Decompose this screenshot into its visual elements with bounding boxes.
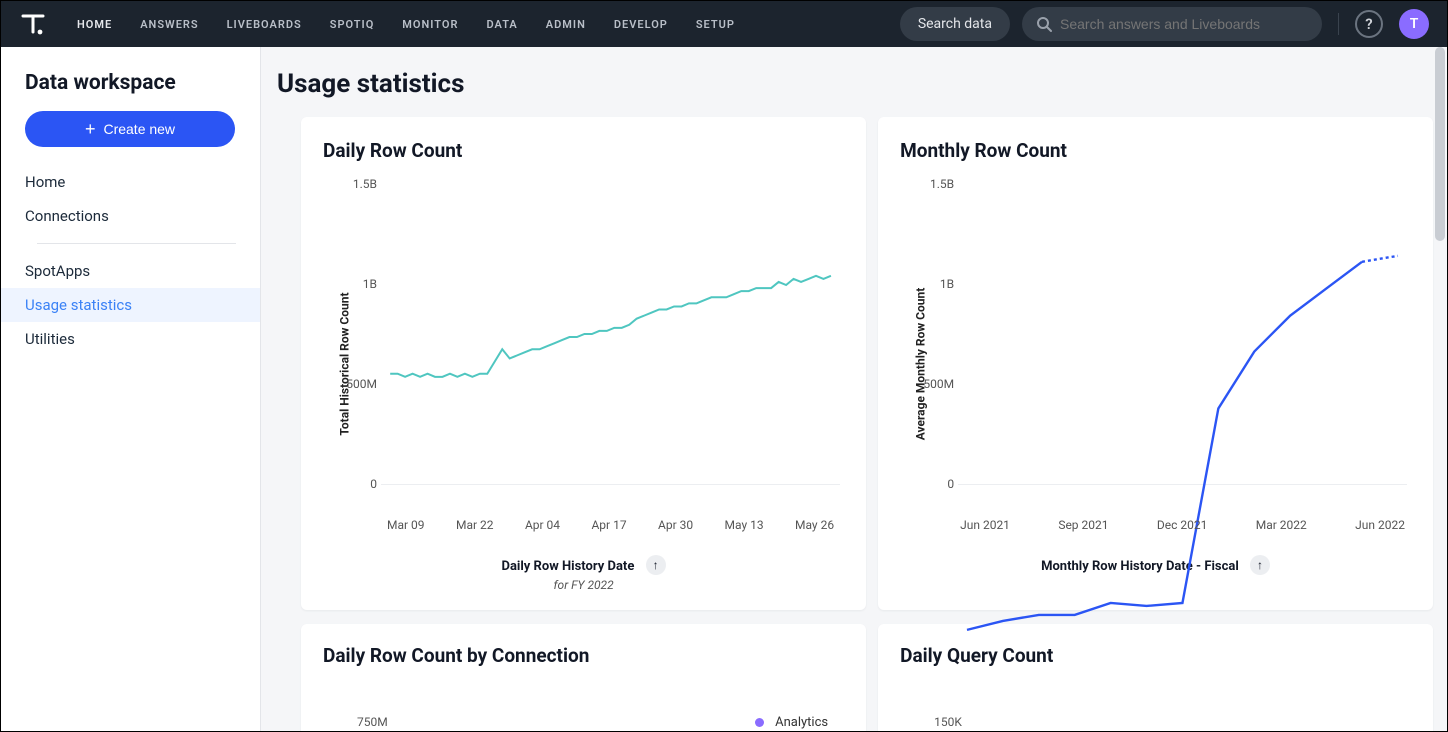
sidebar-item-connections[interactable]: Connections bbox=[1, 199, 260, 233]
avatar-initial: T bbox=[1410, 16, 1419, 32]
plus-icon: + bbox=[85, 120, 96, 138]
sidebar-item-usage-statistics[interactable]: Usage statistics bbox=[1, 288, 260, 322]
plot-area-monthly bbox=[958, 184, 1407, 506]
xtick: Apr 04 bbox=[525, 518, 560, 532]
sidebar: Data workspace + Create new Home Connect… bbox=[1, 47, 261, 731]
nav-items: HOME ANSWERS LIVEBOARDS SPOTIQ MONITOR D… bbox=[77, 18, 735, 31]
search-data-button[interactable]: Search data bbox=[900, 7, 1010, 41]
chart-monthly-ylabel: Average Monthly Row Count bbox=[913, 288, 927, 441]
card-title-daily-query: Daily Query Count bbox=[900, 644, 1411, 667]
topnav-right: Search data ? T bbox=[900, 7, 1429, 41]
sidebar-item-spotapps[interactable]: SpotApps bbox=[1, 254, 260, 288]
create-new-button[interactable]: + Create new bbox=[25, 111, 235, 147]
xtick: May 26 bbox=[795, 518, 834, 532]
scrollbar-thumb[interactable] bbox=[1435, 47, 1445, 241]
nav-liveboards[interactable]: LIVEBOARDS bbox=[227, 18, 302, 31]
ytick: 1.5B bbox=[333, 177, 377, 191]
sidebar-divider bbox=[37, 243, 236, 244]
xaxis-daily: Mar 09 Mar 22 Apr 04 Apr 17 Apr 30 May 1… bbox=[381, 518, 840, 532]
nav-monitor[interactable]: MONITOR bbox=[402, 18, 458, 31]
ytick: 0 bbox=[333, 477, 377, 491]
ytick: 1B bbox=[333, 277, 377, 291]
xtick: Dec 2021 bbox=[1157, 518, 1207, 532]
nav-admin[interactable]: ADMIN bbox=[546, 18, 586, 31]
xtick: Mar 09 bbox=[387, 518, 425, 532]
legend-dot-icon bbox=[755, 718, 764, 727]
line-chart-daily bbox=[381, 184, 840, 643]
xaxis-monthly: Jun 2021 Sep 2021 Dec 2021 Mar 2022 Jun … bbox=[958, 518, 1407, 532]
page-title: Usage statistics bbox=[261, 69, 1447, 117]
sidebar-item-home[interactable]: Home bbox=[1, 165, 260, 199]
ytick: 150K bbox=[900, 679, 1411, 729]
xtick: Sep 2021 bbox=[1058, 518, 1108, 532]
ytick: 1.5B bbox=[910, 177, 954, 191]
search-icon bbox=[1036, 16, 1052, 32]
ytick: 500M bbox=[910, 377, 954, 391]
nav-home[interactable]: HOME bbox=[77, 18, 112, 31]
sort-asc-icon[interactable]: ↑ bbox=[646, 555, 666, 575]
top-navbar: HOME ANSWERS LIVEBOARDS SPOTIQ MONITOR D… bbox=[1, 1, 1447, 47]
ytick: 1B bbox=[910, 277, 954, 291]
legend-label-analytics: Analytics bbox=[775, 715, 828, 730]
legend-row: Analytics bbox=[755, 679, 844, 730]
ytick: 500M bbox=[333, 377, 377, 391]
nav-spotiq[interactable]: SPOTIQ bbox=[330, 18, 375, 31]
card-title-daily: Daily Row Count bbox=[323, 139, 844, 162]
plot-area-daily bbox=[381, 184, 840, 506]
nav-setup[interactable]: SETUP bbox=[696, 18, 735, 31]
ytick: 750M bbox=[323, 679, 388, 730]
avatar[interactable]: T bbox=[1399, 9, 1429, 39]
sort-asc-icon[interactable]: ↑ bbox=[1250, 555, 1270, 575]
global-search[interactable] bbox=[1022, 7, 1322, 41]
help-button[interactable]: ? bbox=[1355, 10, 1383, 38]
card-title-daily-conn: Daily Row Count by Connection bbox=[323, 644, 844, 667]
global-search-input[interactable] bbox=[1060, 16, 1308, 32]
card-monthly-row-count[interactable]: Monthly Row Count Average Monthly Row Co… bbox=[878, 117, 1433, 610]
search-data-label: Search data bbox=[918, 16, 992, 32]
card-daily-row-count[interactable]: Daily Row Count Total Historical Row Cou… bbox=[301, 117, 866, 610]
chart-daily: Total Historical Row Count 1.5B 1B 500M … bbox=[323, 174, 844, 554]
nav-data[interactable]: DATA bbox=[486, 18, 517, 31]
topnav-divider bbox=[1338, 13, 1339, 35]
main-content: Usage statistics Daily Row Count Total H… bbox=[261, 47, 1447, 731]
sidebar-item-utilities[interactable]: Utilities bbox=[1, 322, 260, 356]
line-chart-monthly bbox=[958, 184, 1407, 633]
nav-develop[interactable]: DEVELOP bbox=[614, 18, 668, 31]
sidebar-title: Data workspace bbox=[1, 71, 260, 111]
ytick: 0 bbox=[910, 477, 954, 491]
nav-answers[interactable]: ANSWERS bbox=[140, 18, 198, 31]
help-icon: ? bbox=[1365, 15, 1372, 33]
xtick: Apr 17 bbox=[591, 518, 626, 532]
xtick: Jun 2022 bbox=[1355, 518, 1405, 532]
chart-monthly: Average Monthly Row Count 1.5B 1B 500M 0… bbox=[900, 174, 1411, 554]
create-new-label: Create new bbox=[103, 121, 175, 137]
card-daily-query-count[interactable]: Daily Query Count 150K bbox=[878, 624, 1433, 731]
xtick: May 13 bbox=[725, 518, 764, 532]
xtick: Mar 22 bbox=[456, 518, 494, 532]
chart-daily-ylabel: Total Historical Row Count bbox=[338, 292, 352, 435]
xtick: Jun 2021 bbox=[960, 518, 1010, 532]
card-title-monthly: Monthly Row Count bbox=[900, 139, 1411, 162]
app-logo[interactable] bbox=[17, 8, 49, 40]
xtick: Apr 30 bbox=[658, 518, 693, 532]
xtick: Mar 2022 bbox=[1256, 518, 1307, 532]
